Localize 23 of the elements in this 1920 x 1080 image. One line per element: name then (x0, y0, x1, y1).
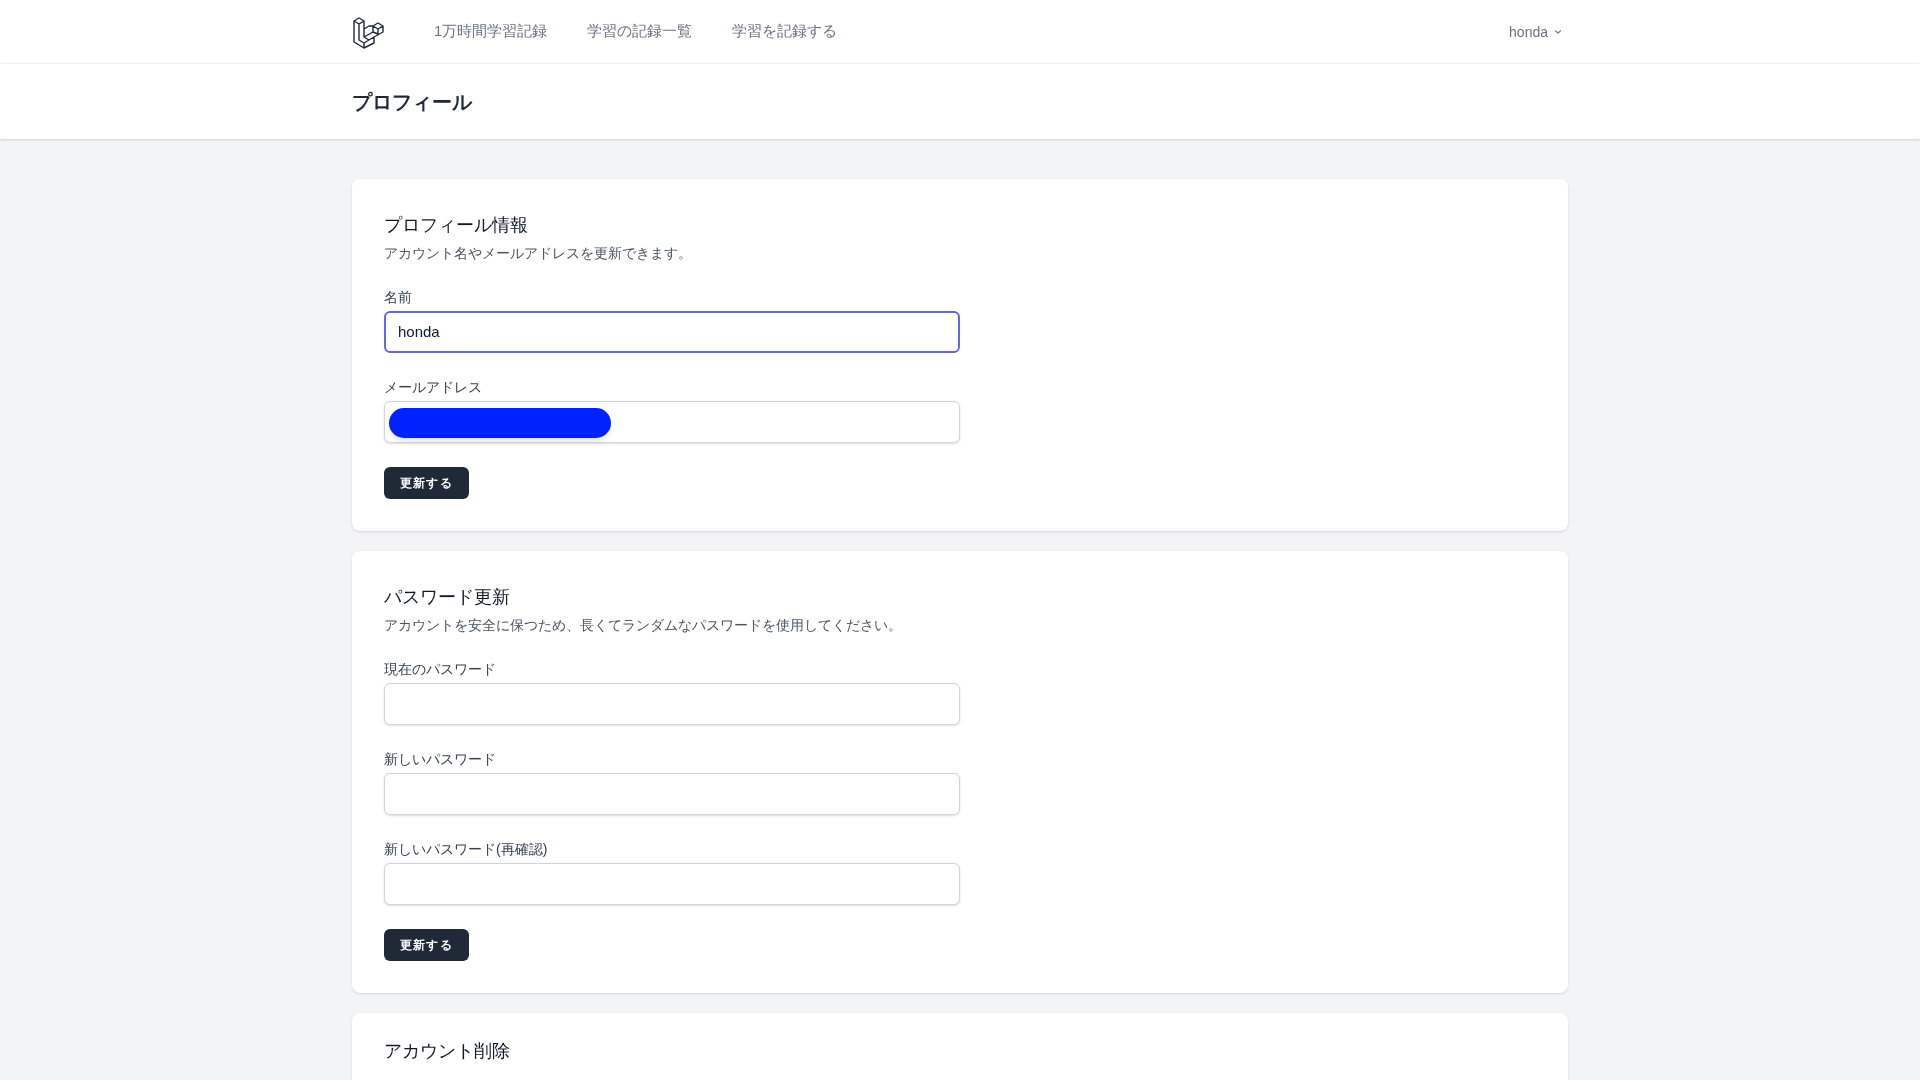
section-title: アカウント削除 (384, 1040, 510, 1063)
section-description: アカウント名やメールアドレスを更新できます。 (384, 244, 692, 263)
input-field[interactable]: honda (384, 311, 960, 353)
input-field[interactable] (384, 863, 960, 905)
input-field[interactable] (384, 401, 960, 443)
field-label: 新しいパスワード(再確認) (384, 840, 548, 859)
field-label: 名前 (384, 288, 412, 307)
page-title: プロフィール (352, 89, 472, 115)
update-button[interactable]: 更新する (384, 929, 469, 961)
section-title: プロフィール情報 (384, 214, 528, 237)
field-label: 現在のパスワード (384, 660, 496, 679)
user-menu-button[interactable]: honda (1509, 21, 1568, 42)
input-field[interactable] (384, 773, 960, 815)
section-title: パスワード更新 (384, 586, 510, 609)
section-description: アカウントを安全に保つため、長くてランダムなパスワードを使用してください。 (384, 616, 902, 635)
logo-icon[interactable] (352, 14, 386, 49)
field-label: メールアドレス (384, 378, 482, 397)
input-field[interactable] (384, 683, 960, 725)
field-label: 新しいパスワード (384, 750, 496, 769)
update-button[interactable]: 更新する (384, 467, 469, 499)
nav-link[interactable]: 学習を記録する (732, 20, 838, 43)
nav-link[interactable]: 1万時間学習記録 (434, 20, 548, 43)
nav-link[interactable]: 学習の記録一覧 (587, 20, 693, 43)
